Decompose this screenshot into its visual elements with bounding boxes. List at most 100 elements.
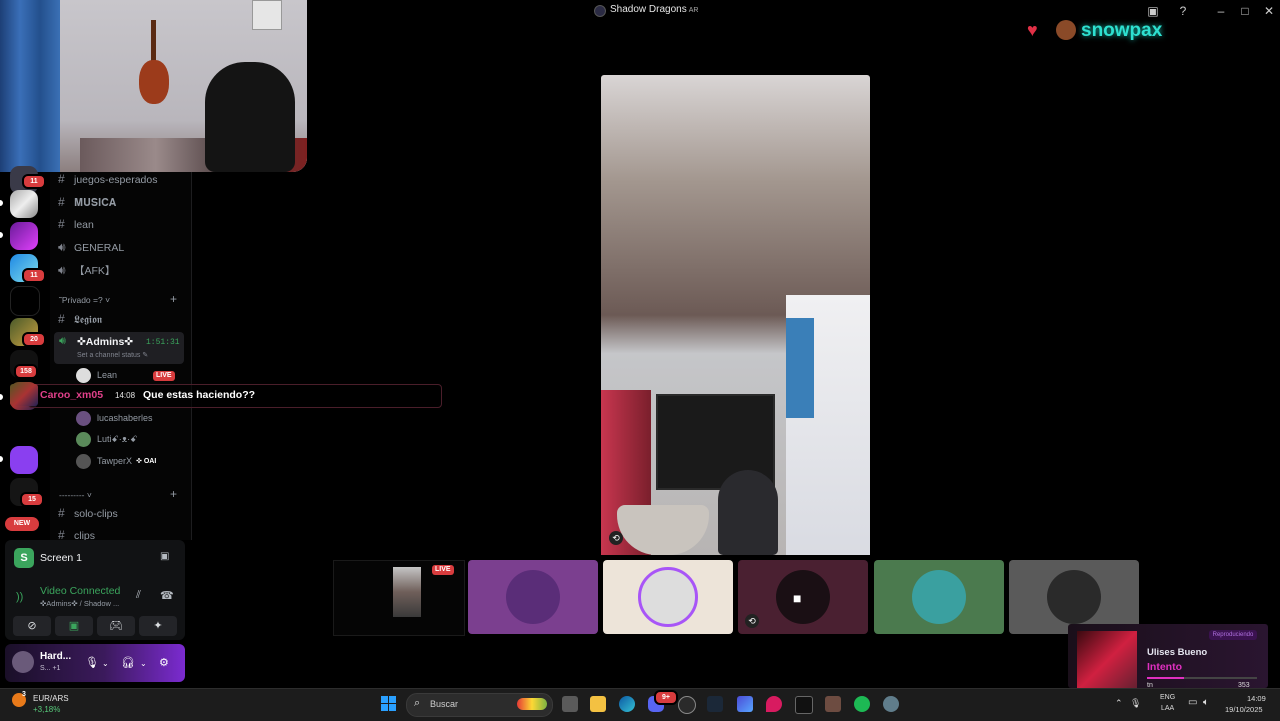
activity-button[interactable]: 🎮︎ [97,616,135,636]
headphones-icon[interactable]: 🎧︎ [121,656,135,669]
channel-name: 𝐌𝐔𝐒𝐈𝐂𝐀 [74,197,117,209]
speaker-icon: 🔊︎ [58,263,66,277]
windows-start-icon[interactable] [381,696,397,712]
channel-list: # juegos-esperados # 𝐌𝐔𝐒𝐈𝐂𝐀 # lean 🔊︎ GENERA… [50,172,192,540]
tray-icons[interactable]: ⌃ 🎙︎ [1115,698,1141,709]
location-pin-icon[interactable] [766,696,782,712]
channel-item[interactable]: # 𝕷𝖊𝖌𝖎𝖔𝖓 [58,310,102,328]
channel-item[interactable]: # lean [58,215,94,233]
screen-share-button[interactable]: ▣ [55,616,93,636]
category-header[interactable]: ˜Privado =? ˅ [59,295,110,305]
participant-tile[interactable] [468,560,598,634]
avatar[interactable] [12,651,34,673]
disconnect-icon[interactable]: ☎ [160,589,174,602]
stop-share-icon[interactable]: ▣ [160,551,169,562]
window-title-text: Shadow Dragons [610,4,687,15]
user-status-extra: +1 [52,665,61,672]
noise-suppression-icon[interactable]: ⫽ [136,589,141,602]
spotify-icon[interactable] [854,696,870,712]
category-header[interactable]: --------- ˅ [59,490,92,500]
stream-options-icon[interactable]: ⟲ [745,614,759,628]
server-item[interactable]: 11 [10,254,46,283]
music-progress-fill [1147,677,1184,679]
brand-name: snowpax [1081,20,1163,41]
channel-item[interactable]: # clips [58,526,95,540]
server-item[interactable]: 20 [10,318,46,347]
voice-channel-item[interactable]: 🔊︎ GENERAL [58,238,124,256]
clock-date[interactable]: 19/10/2025 [1225,705,1263,714]
edge-icon[interactable] [619,696,635,712]
keyboard-layout[interactable]: LAA [1161,705,1174,712]
channel-status-input[interactable]: Set a channel status ✎ [77,351,148,359]
add-channel-icon[interactable]: + [170,487,177,501]
ticker-label[interactable]: EUR/ARS [33,694,69,703]
server-item[interactable] [10,446,38,474]
game-icon[interactable] [825,696,841,712]
channel-item[interactable]: # 𝐌𝐔𝐒𝐈𝐂𝐀 [58,193,116,211]
start-tile [389,696,396,703]
maximize-icon[interactable]: □ [1237,3,1253,19]
settings-gear-icon[interactable]: ⚙ [159,656,169,669]
member-name: Lutiꗃ·ᴥ·ꗃ [97,434,138,444]
hash-icon: # [58,312,65,326]
camera-off-button[interactable]: ⊘ [13,616,51,636]
speaker-icon: 🔊︎ [58,240,66,254]
voice-member[interactable]: lucashaberles [76,409,153,427]
help-icon[interactable]: ? [1175,3,1191,19]
voice-channel-item[interactable]: 🔊︎ 【AFK】 [58,261,115,279]
user-name[interactable]: Hard... [40,651,71,662]
participant-tile[interactable] [603,560,733,634]
video-blue-panel [786,318,814,418]
add-channel-icon[interactable]: + [170,292,177,306]
channel-name: 𝕷𝖊𝖌𝖎𝖔𝖓 [74,314,103,326]
connection-location[interactable]: ✜Admins✜ / Shadow ... [40,599,119,608]
voice-timer: 1:51:31 [146,338,180,347]
settings-icon[interactable] [883,696,899,712]
camera-icon: ■ [793,590,802,606]
hash-icon: # [58,195,65,209]
file-explorer-icon[interactable] [590,696,606,712]
server-item[interactable]: 158 [10,350,38,379]
server-item[interactable] [10,222,38,250]
inbox-icon[interactable]: ▣ [1145,3,1161,19]
voice-member[interactable]: Lean LIVE [76,366,175,384]
channel-item[interactable]: # juegos-esperados [58,170,157,188]
microphone-icon[interactable]: 🎙︎ [85,656,99,669]
playing-badge: Reproduciendo [1209,630,1257,640]
chevron-down-icon[interactable]: ⌄ [102,659,109,668]
webcam-overlay [0,0,307,172]
app-icon[interactable] [737,696,753,712]
soundboard-button[interactable]: ✦ [139,616,177,636]
server-item[interactable] [10,414,38,442]
voice-member[interactable]: Lutiꗃ·ᴥ·ꗃ [76,430,137,448]
stream-options-icon[interactable]: ⟲ [609,531,623,545]
epic-games-icon[interactable] [795,696,813,714]
taskbar [0,688,1280,721]
voice-member[interactable]: TawperX ✜ OAI [76,452,156,470]
steam-icon[interactable] [707,696,723,712]
avatar [1047,570,1101,624]
close-icon[interactable]: ✕ [1261,3,1277,19]
server-item[interactable]: 15 [10,478,44,507]
network-icon[interactable]: ▭ [1188,697,1197,708]
signal-icon[interactable]: )) [16,591,23,603]
minimize-icon[interactable]: – [1213,3,1229,19]
participant-tile[interactable] [1009,560,1139,634]
chat-avatar [10,384,38,406]
participant-tile[interactable] [874,560,1004,634]
server-item[interactable] [10,286,40,316]
chat-username: Caroo_xm05 [40,389,104,401]
search-highlight-icon[interactable] [517,698,547,710]
volume-icon[interactable]: 🔈︎ [1203,697,1209,708]
chat-message: Que estas haciendo?? [143,389,256,401]
task-view-icon[interactable] [562,696,578,712]
webcam-guitar [139,60,169,104]
clock-time[interactable]: 14:09 [1247,694,1266,703]
heart-icon: ♥ [1027,20,1038,40]
discord-icon[interactable]: 9+ [648,690,678,712]
chevron-down-icon[interactable]: ⌄ [140,659,147,668]
channel-item[interactable]: # solo-clips [58,504,118,522]
github-icon[interactable] [678,696,696,714]
language-code[interactable]: ENG [1160,694,1175,701]
server-item[interactable] [10,190,38,218]
